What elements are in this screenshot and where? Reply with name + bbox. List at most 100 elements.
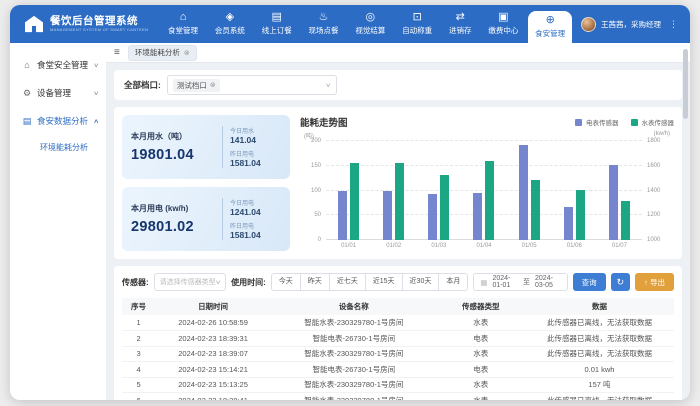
inventory-icon: ⇄ — [456, 12, 465, 23]
time-button-今天[interactable]: 今天 — [271, 273, 301, 291]
tab-close-icon[interactable]: ⊗ — [184, 49, 190, 57]
bar-水表传感器-01/01[interactable] — [350, 163, 359, 240]
nav-item-线上订餐[interactable]: ▤线上订餐 — [255, 5, 299, 43]
bar-水表传感器-01/02[interactable] — [395, 163, 404, 240]
stall-select[interactable]: 测试档口 ⊗ ∨ — [167, 75, 337, 95]
table-cell: 2024-02-22 18:38:41 — [155, 393, 271, 401]
x-tick-label: 01/06 — [567, 243, 582, 249]
x-tick-label: 01/03 — [431, 243, 446, 249]
stat-side-label: 昨日用电 — [230, 221, 261, 230]
sidebar-item-食堂安全管理[interactable]: ⌂食堂安全管理∨ — [10, 51, 106, 79]
bar-水表传感器-01/03[interactable] — [440, 175, 449, 240]
bar-电表传感器-01/06[interactable] — [564, 207, 573, 240]
bar-水表传感器-01/07[interactable] — [621, 201, 630, 240]
nav-item-现场点餐[interactable]: ♨现场点餐 — [302, 5, 346, 43]
time-button-本月[interactable]: 本月 — [438, 273, 468, 291]
table-cell: 1 — [122, 315, 155, 331]
sidebar-subitem-环境能耗分析[interactable]: 环境能耗分析 — [10, 135, 106, 159]
table-header-日期时间: 日期时间 — [155, 298, 271, 315]
chevron-icon: ∨ — [93, 62, 99, 69]
table-row[interactable]: 22024-02-23 18:39:31智能电表-26730-1号房间电表此传感… — [122, 331, 674, 347]
table-cell: 智能水表-230329780-1号房间 — [271, 393, 437, 401]
chart-title: 能耗走势图 — [300, 115, 348, 129]
right-tick-label: 1000 — [647, 237, 660, 243]
stat-side-label: 今日用电 — [230, 198, 261, 207]
nav-item-视觉结算[interactable]: ◎视觉结算 — [348, 5, 392, 43]
chevron-icon: ∨ — [93, 90, 99, 97]
table-cell: 2024-02-23 15:13:25 — [155, 377, 271, 393]
nav-item-食安管理[interactable]: ⊕食安管理 — [528, 11, 572, 43]
sidebar-item-食安数据分析[interactable]: ▤食安数据分析∧ — [10, 107, 106, 135]
date-separator: 至 — [523, 277, 530, 287]
bar-电表传感器-01/02[interactable] — [383, 191, 392, 241]
bar-电表传感器-01/07[interactable] — [609, 165, 618, 240]
left-tick-label: 150 — [311, 163, 321, 169]
table-cell: 水表 — [437, 346, 525, 362]
refresh-button[interactable]: ↻ — [611, 273, 631, 291]
stat-side-group: 昨日用电1581.04 — [230, 149, 261, 168]
time-button-近15天[interactable]: 近15天 — [365, 273, 403, 291]
app-logo-icon — [24, 15, 44, 33]
user-menu-icon[interactable]: ⋮ — [669, 19, 678, 30]
bar-水表传感器-01/04[interactable] — [485, 161, 494, 240]
sensor-select-placeholder: 请选择传感器类型 — [160, 277, 216, 287]
table-row[interactable]: 32024-02-23 18:39:07智能水表-230329780-1号房间水… — [122, 346, 674, 362]
legend-label: 水表传感器 — [642, 117, 675, 127]
table-header-序号: 序号 — [122, 298, 155, 315]
time-button-近30天[interactable]: 近30天 — [402, 273, 440, 291]
sensor-type-select[interactable]: 请选择传感器类型 ∨ — [154, 273, 226, 291]
bar-水表传感器-01/05[interactable] — [531, 180, 540, 240]
stat-side-value: 1581.04 — [230, 230, 261, 240]
bar-水表传感器-01/06[interactable] — [576, 190, 585, 240]
table-header-传感器类型: 传感器类型 — [437, 298, 525, 315]
legend-item-电表传感器[interactable]: 电表传感器 — [575, 117, 619, 127]
stall-tag-label: 测试档口 — [177, 80, 207, 91]
chart-plot-area — [326, 141, 642, 240]
app-subtitle: MANAGEMENT SYSTEM OF SMART CANTEEN — [50, 28, 148, 32]
user-chip[interactable]: 王茜茜，采购经理 ⋮ — [575, 5, 690, 43]
search-button[interactable]: 查询 — [573, 273, 606, 291]
scrollbar[interactable] — [683, 49, 688, 119]
bar-group-01/04 — [473, 141, 494, 240]
auto-weigh-icon: ⊡ — [413, 12, 422, 23]
legend-item-水表传感器[interactable]: 水表传感器 — [631, 117, 675, 127]
sensor-data-table: 序号日期时间设备名称传感器类型数据 12024-02-26 10:58:59智能… — [122, 298, 674, 400]
nav-item-自动称重[interactable]: ⊡ 自动称重 — [395, 5, 439, 43]
nav-item-会员系统[interactable]: ◈会员系统 — [208, 5, 252, 43]
bar-电表传感器-01/05[interactable] — [519, 145, 528, 240]
tab-label: 环境能耗分析 — [135, 47, 180, 58]
canteen-safety-icon: ⌂ — [22, 60, 32, 70]
bar-电表传感器-01/03[interactable] — [428, 194, 437, 240]
chevron-down-icon: ∨ — [215, 279, 222, 286]
bar-group-01/02 — [383, 141, 404, 240]
nav-item-label: 自动称重 — [402, 25, 432, 36]
nav-item-缴费中心[interactable]: ▣缴费中心 — [481, 5, 525, 43]
date-range-picker[interactable]: ▦ 2024-01-01 至 2024-03-05 — [473, 273, 567, 291]
table-row[interactable]: 62024-02-22 18:38:41智能水表-230329780-1号房间水… — [122, 393, 674, 401]
bar-电表传感器-01/01[interactable] — [338, 191, 347, 241]
stat-value: 19801.04 — [131, 147, 215, 163]
sidebar-item-设备管理[interactable]: ⚙设备管理∨ — [10, 79, 106, 107]
time-button-近七天[interactable]: 近七天 — [329, 273, 366, 291]
right-axis-ticks: 10001200140016001800 — [642, 141, 674, 240]
right-tick-label: 1600 — [647, 163, 660, 169]
time-button-昨天[interactable]: 昨天 — [300, 273, 330, 291]
stall-tag-close-icon[interactable]: ⊗ — [210, 81, 216, 89]
export-button[interactable]: ↑ 导出 — [635, 273, 674, 291]
stat-side-value: 1581.04 — [230, 158, 261, 168]
nav-item-label: 食堂管理 — [168, 25, 198, 36]
stat-side-group: 今日用水141.04 — [230, 126, 261, 145]
table-row[interactable]: 52024-02-23 15:13:25智能水表-230329780-1号房间水… — [122, 377, 674, 393]
sidebar-collapse-icon[interactable]: ≡ — [114, 47, 120, 58]
x-tick-label: 01/05 — [522, 243, 537, 249]
nav-item-进销存[interactable]: ⇄进销存 — [442, 5, 479, 43]
table-row[interactable]: 42024-02-23 15:14:21智能电表-26730-1号房间电表0.0… — [122, 362, 674, 378]
onsite-order-icon: ♨ — [319, 12, 329, 23]
bar-电表传感器-01/04[interactable] — [473, 193, 482, 240]
nav-item-食堂管理[interactable]: ⌂食堂管理 — [161, 5, 205, 43]
date-start: 2024-01-01 — [492, 275, 518, 289]
chart-legend: 电表传感器 水表传感器 — [575, 117, 674, 127]
tab-env-energy[interactable]: 环境能耗分析 ⊗ — [128, 45, 197, 61]
stat-side-label: 今日用水 — [230, 126, 261, 135]
table-row[interactable]: 12024-02-26 10:58:59智能水表-230329780-1号房间水… — [122, 315, 674, 331]
